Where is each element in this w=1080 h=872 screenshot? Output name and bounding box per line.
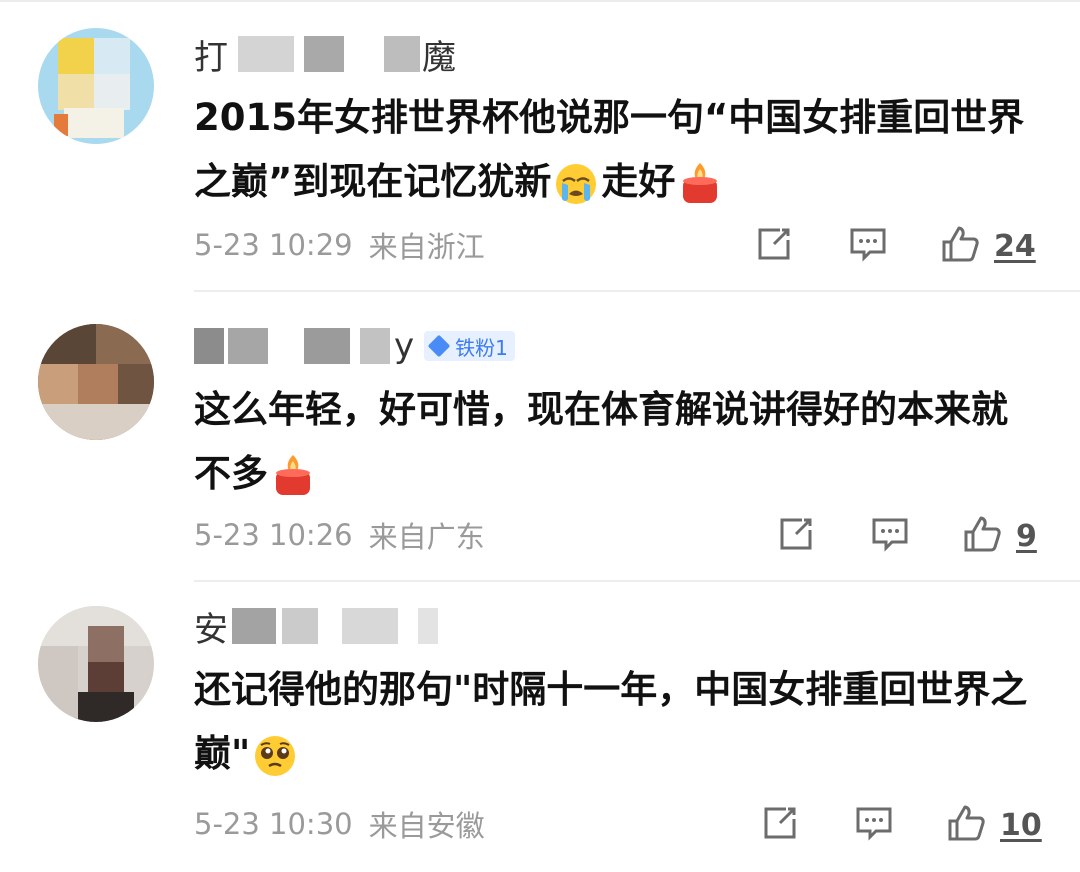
comment-icon [854,803,894,847]
pleading-face-emoji [252,733,298,779]
comment-item: 打 魔 2015年女排世界杯他说那一句“中国女排重回世界之巅”到现在记忆犹新 走好… [0,0,1080,292]
like-count: 9 [1016,518,1037,554]
blurred-name [360,328,390,364]
comment-icon [870,514,910,558]
repost-icon [760,803,800,847]
username[interactable]: y 铁粉1 [194,324,515,368]
username[interactable]: 打 魔 [194,32,456,78]
repost-button[interactable] [754,224,794,268]
comment-text: 这么年轻，好可惜，现在体育解说讲得好的本来就不多 [194,378,1044,506]
comment-button[interactable] [854,803,894,847]
avatar[interactable] [38,606,154,722]
blurred-name [228,328,268,364]
fan-badge[interactable]: 铁粉1 [424,331,515,361]
comment-location: 来自浙江 [368,230,485,264]
avatar[interactable] [38,28,154,144]
comment-button[interactable] [870,514,910,558]
repost-icon [776,514,816,558]
blurred-name [304,36,344,72]
comment-time: 5-23 10:26 [194,518,353,552]
comment-time: 5-23 10:29 [194,228,353,262]
comment-icon [848,224,888,268]
comment-meta: 5-23 10:30 来自安徽 [194,804,485,844]
comment-meta: 5-23 10:26 来自广东 [194,515,485,555]
blurred-name [238,36,294,72]
blurred-name [194,328,224,364]
comment-meta: 5-23 10:29 来自浙江 [194,225,485,265]
repost-button[interactable] [776,514,816,558]
thumbs-up-icon [940,224,980,268]
repost-button[interactable] [760,803,800,847]
blurred-name [342,608,398,644]
repost-icon [754,224,794,268]
thumbs-up-icon [946,803,986,847]
comment-button[interactable] [848,224,888,268]
blurred-name [384,36,420,72]
blurred-name [304,328,350,364]
like-button[interactable]: 9 [962,514,1037,558]
diamond-icon [427,334,451,358]
like-button[interactable]: 24 [940,224,1036,268]
comment-location: 来自安徽 [368,809,485,843]
blurred-name [232,608,276,644]
comment-time: 5-23 10:30 [194,807,353,841]
blurred-name [418,608,438,644]
crying-face-emoji [553,161,599,207]
username[interactable]: 安 [194,604,438,650]
like-count: 24 [994,228,1036,264]
avatar[interactable] [38,324,154,440]
comment-item: 安 还记得他的那句"时隔十一年，中国女排重回世界之巅" 5-23 10:30 来… [0,582,1080,872]
like-count: 10 [1000,807,1042,843]
comment-location: 来自广东 [368,520,485,554]
comment-item: y 铁粉1 这么年轻，好可惜，现在体育解说讲得好的本来就不多 5-23 10:2… [0,292,1080,582]
candle-emoji [270,453,316,499]
blurred-name [282,608,318,644]
candle-emoji [677,161,723,207]
thumbs-up-icon [962,514,1002,558]
comment-text: 还记得他的那句"时隔十一年，中国女排重回世界之巅" [194,658,1044,786]
comment-text: 2015年女排世界杯他说那一句“中国女排重回世界之巅”到现在记忆犹新 走好 [194,86,1044,214]
like-button[interactable]: 10 [946,803,1042,847]
